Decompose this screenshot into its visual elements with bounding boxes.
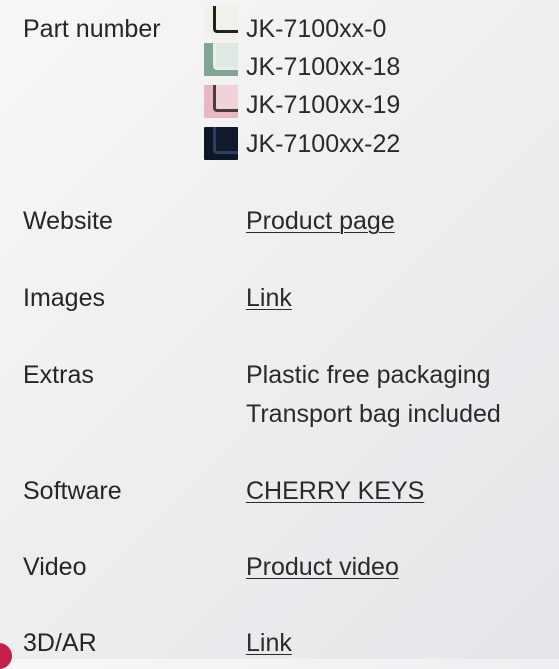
ar-label: 3D/AR <box>23 629 97 657</box>
part-number-label: Part number <box>23 15 161 43</box>
extras-packaging: Plastic free packaging <box>246 361 491 389</box>
product-page-link[interactable]: Product page <box>246 209 395 234</box>
website-label: Website <box>23 207 113 235</box>
extras-label: Extras <box>23 361 94 389</box>
extras-transport-bag: Transport bag included <box>246 400 501 428</box>
part-number-0: JK-7100xx-0 <box>246 15 387 43</box>
images-label: Images <box>23 284 105 312</box>
software-label: Software <box>23 477 122 505</box>
video-label: Video <box>23 553 87 581</box>
part-number-22: JK-7100xx-22 <box>246 130 401 158</box>
cherry-keys-link[interactable]: CHERRY KEYS <box>246 479 424 504</box>
corner-accent-shape <box>0 643 12 669</box>
ar-link[interactable]: Link <box>246 631 292 656</box>
part-number-19: JK-7100xx-19 <box>246 91 401 119</box>
images-link[interactable]: Link <box>246 286 292 311</box>
keyboard-swatch-white-icon <box>204 6 238 39</box>
keyboard-swatch-green-icon <box>204 43 238 76</box>
keyboard-swatch-black-icon <box>204 127 238 160</box>
part-number-18: JK-7100xx-18 <box>246 53 401 81</box>
product-video-link[interactable]: Product video <box>246 555 399 580</box>
keyboard-swatch-pink-icon <box>204 85 238 118</box>
